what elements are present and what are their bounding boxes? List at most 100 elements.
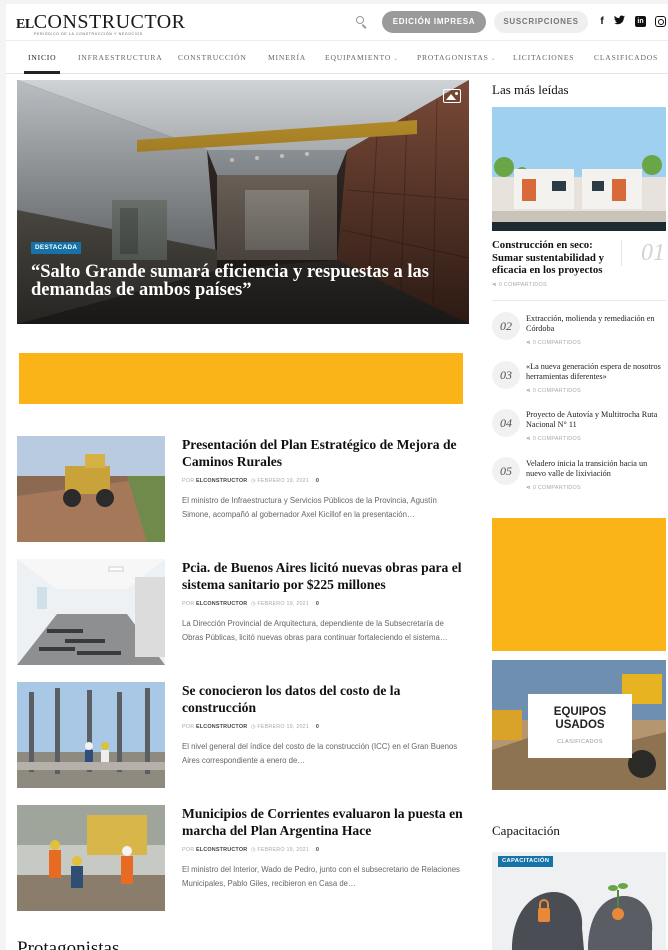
logo-el: EL bbox=[16, 17, 34, 32]
chevron-down-icon: ⌄ bbox=[490, 56, 497, 62]
post-meta: POR ELCONSTRUCTOR ◷ FEBRERO 19, 2021 ◌0 bbox=[182, 601, 319, 607]
post-title[interactable]: Municipios de Corrientes evaluaron la pu… bbox=[182, 805, 474, 839]
post-excerpt: La Dirección Provincial de Arquitectura,… bbox=[182, 619, 448, 642]
post-thumbnail[interactable] bbox=[17, 436, 165, 542]
post-author[interactable]: ELCONSTRUCTOR bbox=[196, 847, 247, 853]
list-item: Se conocieron los datos del costo de la … bbox=[17, 682, 467, 790]
nav-item-licitaciones[interactable]: LICITACIONES bbox=[513, 41, 574, 74]
ad-banner[interactable] bbox=[19, 353, 463, 404]
post-meta: POR ELCONSTRUCTOR ◷ FEBRERO 19, 2021 ◌0 bbox=[182, 478, 319, 484]
share-icon: ⋖ bbox=[526, 340, 531, 346]
meta-prefix: POR bbox=[182, 601, 196, 607]
site-logo[interactable]: ELCONSTRUCTOR PERIÓDICO DE LA CONSTRUCCI… bbox=[16, 11, 186, 36]
most-read-title-4[interactable]: Proyecto de Autovía y Multitrocha Ruta N… bbox=[526, 410, 666, 430]
share-icon: ⋖ bbox=[492, 282, 497, 288]
post-meta: POR ELCONSTRUCTOR ◷ FEBRERO 19, 2021 ◌0 bbox=[182, 847, 319, 853]
chevron-down-icon: ⌄ bbox=[393, 56, 399, 62]
nav-item-protagonistas[interactable]: PROTAGONISTAS ⌄ bbox=[417, 41, 496, 74]
share-count: ⋖ 0 COMPARTIDOS bbox=[526, 485, 581, 491]
post-excerpt: El ministro del Interior, Wado de Pedro,… bbox=[182, 865, 460, 888]
nav-item-infraestructura[interactable]: INFRAESTRUCTURA bbox=[78, 41, 163, 74]
list-item: Municipios de Corrientes evaluaron la pu… bbox=[17, 805, 467, 913]
post-thumbnail[interactable] bbox=[17, 559, 165, 665]
logo-brand: CONSTRUCTOR bbox=[33, 11, 186, 33]
post-thumbnail[interactable] bbox=[17, 805, 165, 911]
share-count: ⋖ 0 COMPARTIDOS bbox=[526, 436, 581, 442]
post-comments[interactable]: 0 bbox=[316, 601, 319, 607]
rank-number: 02 bbox=[492, 312, 520, 340]
rank-number: 04 bbox=[492, 409, 520, 437]
meta-prefix: POR bbox=[182, 724, 196, 730]
post-author[interactable]: ELCONSTRUCTOR bbox=[196, 724, 247, 730]
post-date: ◷ FEBRERO 19, 2021 bbox=[250, 478, 310, 484]
rank-number: 03 bbox=[492, 361, 520, 389]
capacitacion-badge[interactable]: CAPACITACIÓN bbox=[498, 856, 554, 867]
print-edition-button[interactable]: EDICIÓN IMPRESA bbox=[382, 11, 486, 33]
share-label: 0 COMPARTIDOS bbox=[532, 436, 581, 442]
share-icon: ⋖ bbox=[526, 436, 531, 442]
nav-item-clasificados[interactable]: CLASIFICADOS bbox=[594, 41, 658, 74]
share-label: 0 COMPARTIDOS bbox=[498, 282, 547, 288]
most-read-title-1[interactable]: Construcción en seco: Sumar sustentabili… bbox=[492, 239, 622, 277]
featured-badge[interactable]: DESTACADA bbox=[31, 242, 82, 254]
capacitacion-title: Capacitación bbox=[492, 823, 560, 838]
share-icon: ⋖ bbox=[526, 388, 531, 394]
gallery-icon[interactable] bbox=[443, 89, 461, 103]
share-count: ⋖ 0 COMPARTIDOS bbox=[526, 388, 581, 394]
post-author[interactable]: ELCONSTRUCTOR bbox=[196, 478, 247, 484]
featured-title[interactable]: “Salto Grande sumará eficiencia y respue… bbox=[31, 263, 451, 300]
list-item: Pcia. de Buenos Aires licitó nuevas obra… bbox=[17, 559, 467, 667]
share-label: 0 COMPARTIDOS bbox=[532, 388, 581, 394]
nav-item-equipamiento[interactable]: EQUIPAMIENTO ⌄ bbox=[325, 41, 399, 74]
post-date: ◷ FEBRERO 19, 2021 bbox=[250, 847, 310, 853]
most-read-title-2[interactable]: Extracción, molienda y remediación en Có… bbox=[526, 314, 666, 334]
most-read-thumbnail[interactable] bbox=[492, 107, 666, 231]
equipos-title: EQUIPOS USADOS bbox=[553, 706, 607, 731]
rank-number: 01 bbox=[621, 240, 665, 266]
post-title[interactable]: Presentación del Plan Estratégico de Mej… bbox=[182, 436, 474, 470]
post-excerpt: El nivel general del índice del costo de… bbox=[182, 742, 458, 765]
page: ELCONSTRUCTOR PERIÓDICO DE LA CONSTRUCCI… bbox=[6, 4, 668, 950]
main-nav: INICIO INFRAESTRUCTURA CONSTRUCCIÓN MINE… bbox=[6, 40, 668, 74]
most-read-title-3[interactable]: «La nueva generación espera de nosotros … bbox=[526, 362, 666, 382]
nav-item-mineria[interactable]: MINERÍA bbox=[268, 41, 306, 74]
sidebar-ad-banner[interactable] bbox=[492, 518, 666, 651]
subscriptions-button[interactable]: SUSCRIPCIONES bbox=[494, 11, 588, 33]
linkedin-icon[interactable]: in bbox=[635, 16, 646, 27]
search-icon[interactable] bbox=[353, 14, 369, 30]
equipos-card: EQUIPOS USADOS CLASIFICADOS bbox=[528, 694, 632, 758]
logo-tagline: PERIÓDICO DE LA CONSTRUCCIÓN Y NEGOCIOS bbox=[34, 32, 143, 36]
facebook-icon[interactable]: f bbox=[595, 14, 609, 30]
list-item: Presentación del Plan Estratégico de Mej… bbox=[17, 436, 467, 544]
equipos-subtitle: CLASIFICADOS bbox=[557, 739, 603, 745]
section-title-protagonistas[interactable]: Protagonistas bbox=[17, 938, 119, 950]
instagram-icon[interactable] bbox=[655, 16, 666, 27]
nav-item-construccion[interactable]: CONSTRUCCIÓN bbox=[178, 41, 247, 74]
share-count: ⋖ 0 COMPARTIDOS bbox=[526, 340, 581, 346]
most-read-title: Las más leídas bbox=[492, 82, 569, 97]
post-excerpt: El ministro de Infraestructura y Servici… bbox=[182, 496, 437, 519]
meta-prefix: POR bbox=[182, 847, 196, 853]
rank-number: 05 bbox=[492, 457, 520, 485]
post-date: ◷ FEBRERO 19, 2021 bbox=[250, 601, 310, 607]
share-icon: ⋖ bbox=[526, 485, 531, 491]
post-title[interactable]: Se conocieron los datos del costo de la … bbox=[182, 682, 474, 716]
divider bbox=[492, 300, 666, 301]
top-bar: ELCONSTRUCTOR PERIÓDICO DE LA CONSTRUCCI… bbox=[6, 4, 668, 40]
post-title[interactable]: Pcia. de Buenos Aires licitó nuevas obra… bbox=[182, 559, 474, 593]
post-author[interactable]: ELCONSTRUCTOR bbox=[196, 601, 247, 607]
equipos-usados-banner[interactable]: EQUIPOS USADOS CLASIFICADOS bbox=[492, 660, 666, 790]
post-comments[interactable]: 0 bbox=[316, 847, 319, 853]
post-comments[interactable]: 0 bbox=[316, 724, 319, 730]
share-label: 0 COMPARTIDOS bbox=[532, 485, 581, 491]
nav-item-label: PROTAGONISTAS bbox=[417, 53, 489, 62]
post-comments[interactable]: 0 bbox=[316, 478, 319, 484]
share-label: 0 COMPARTIDOS bbox=[532, 340, 581, 346]
post-thumbnail[interactable] bbox=[17, 682, 165, 788]
nav-item-inicio[interactable]: INICIO bbox=[23, 41, 61, 74]
post-date: ◷ FEBRERO 19, 2021 bbox=[250, 724, 310, 730]
most-read-title-5[interactable]: Veladero inicia la transición hacia un n… bbox=[526, 459, 666, 479]
post-meta: POR ELCONSTRUCTOR ◷ FEBRERO 19, 2021 ◌0 bbox=[182, 724, 319, 730]
twitter-icon[interactable] bbox=[613, 15, 625, 31]
meta-prefix: POR bbox=[182, 478, 196, 484]
